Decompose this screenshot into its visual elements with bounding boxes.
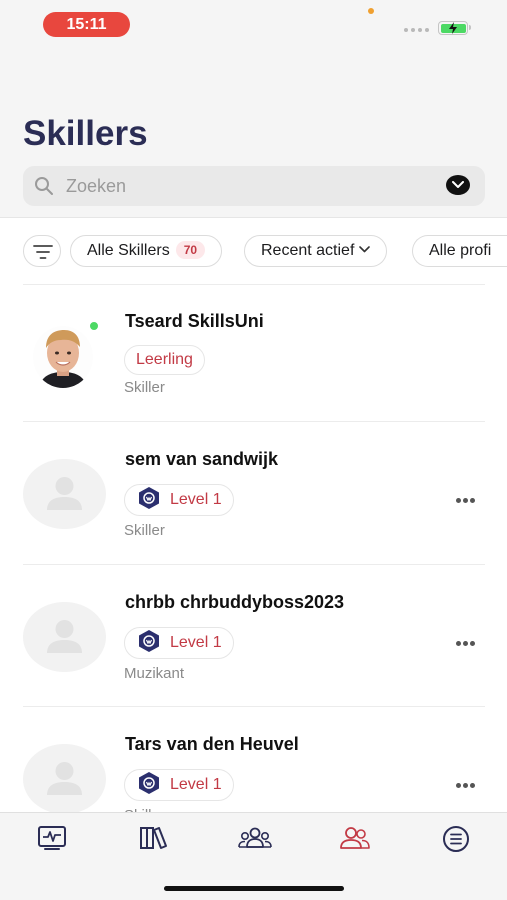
avatar bbox=[23, 602, 106, 672]
member-type: Muzikant bbox=[124, 665, 185, 682]
tab-groups[interactable] bbox=[238, 825, 272, 853]
list-item[interactable]: Tars van den Heuvel Level 1 Skiller bbox=[0, 715, 507, 812]
level-shield-icon bbox=[139, 487, 159, 509]
count-badge: 70 bbox=[175, 241, 206, 259]
activity-icon bbox=[38, 826, 66, 850]
status-bar: 15:11 bbox=[0, 0, 507, 50]
more-options-icon[interactable] bbox=[456, 775, 480, 788]
filter-chip-label: Recent actief bbox=[261, 242, 355, 259]
divider bbox=[23, 564, 485, 565]
groups-icon bbox=[238, 827, 272, 848]
home-indicator bbox=[164, 886, 344, 891]
filter-chip-all-skillers[interactable]: Alle Skillers 70 bbox=[70, 235, 223, 267]
list-item[interactable]: Tseard SkillsUni Leerling Skiller bbox=[0, 290, 507, 432]
level-badge: Level 1 bbox=[124, 769, 234, 801]
tab-menu[interactable] bbox=[442, 825, 474, 853]
member-name[interactable]: Tars van den Heuvel bbox=[125, 734, 299, 755]
level-label: Level 1 bbox=[170, 776, 222, 793]
divider bbox=[23, 284, 485, 285]
more-options-icon[interactable] bbox=[456, 490, 480, 503]
level-label: Level 1 bbox=[170, 491, 222, 508]
tab-members[interactable] bbox=[339, 825, 371, 853]
search-input[interactable]: Zoeken bbox=[23, 166, 485, 206]
library-icon bbox=[140, 827, 167, 849]
filter-chip-recent-active[interactable]: Recent actief bbox=[244, 235, 388, 267]
avatar bbox=[33, 326, 93, 388]
chevron-down-icon bbox=[359, 246, 371, 253]
status-time: 15:11 bbox=[43, 12, 130, 37]
avatar bbox=[23, 744, 106, 812]
member-type: Skiller bbox=[124, 522, 165, 539]
tab-library[interactable] bbox=[139, 825, 171, 853]
header: Skillers Zoeken bbox=[0, 50, 507, 218]
battery-icon bbox=[438, 21, 471, 35]
members-icon bbox=[340, 827, 370, 849]
list-item[interactable]: chrbb chrbuddyboss2023 Level 1 Muzikant bbox=[0, 573, 507, 715]
level-badge: Level 1 bbox=[124, 627, 234, 659]
filter-chip-label: Alle profi bbox=[429, 242, 492, 259]
search-placeholder: Zoeken bbox=[66, 176, 127, 196]
search-icon bbox=[35, 177, 53, 195]
role-badge: Leerling bbox=[124, 345, 205, 375]
filter-lines-icon bbox=[33, 245, 53, 259]
avatar bbox=[23, 459, 106, 529]
filter-row: Alle Skillers 70 Recent actief Alle profi bbox=[23, 235, 507, 269]
filter-chip-all-profiles[interactable]: Alle profi bbox=[412, 235, 507, 267]
search-options-chevron-down-icon[interactable] bbox=[446, 175, 470, 195]
member-name[interactable]: sem van sandwijk bbox=[125, 449, 278, 470]
online-status-dot bbox=[88, 320, 100, 332]
divider bbox=[23, 421, 485, 422]
level-shield-icon bbox=[139, 630, 159, 652]
filter-chip-label: Alle Skillers bbox=[87, 242, 170, 259]
member-name[interactable]: chrbb chrbuddyboss2023 bbox=[125, 592, 344, 613]
more-options-icon[interactable] bbox=[456, 633, 480, 646]
page-title: Skillers bbox=[23, 114, 148, 153]
member-type: Skiller bbox=[124, 379, 165, 396]
menu-list-icon bbox=[443, 826, 469, 852]
level-shield-icon bbox=[139, 772, 159, 794]
tab-activity[interactable] bbox=[37, 825, 69, 853]
filter-button[interactable] bbox=[23, 235, 61, 267]
level-badge: Level 1 bbox=[124, 484, 234, 516]
member-name[interactable]: Tseard SkillsUni bbox=[125, 311, 264, 332]
divider bbox=[23, 706, 485, 707]
privacy-indicator-dot bbox=[368, 8, 374, 14]
list-item[interactable]: sem van sandwijk Level 1 Skiller bbox=[0, 430, 507, 572]
signal-icon bbox=[404, 28, 429, 32]
level-label: Level 1 bbox=[170, 634, 222, 651]
